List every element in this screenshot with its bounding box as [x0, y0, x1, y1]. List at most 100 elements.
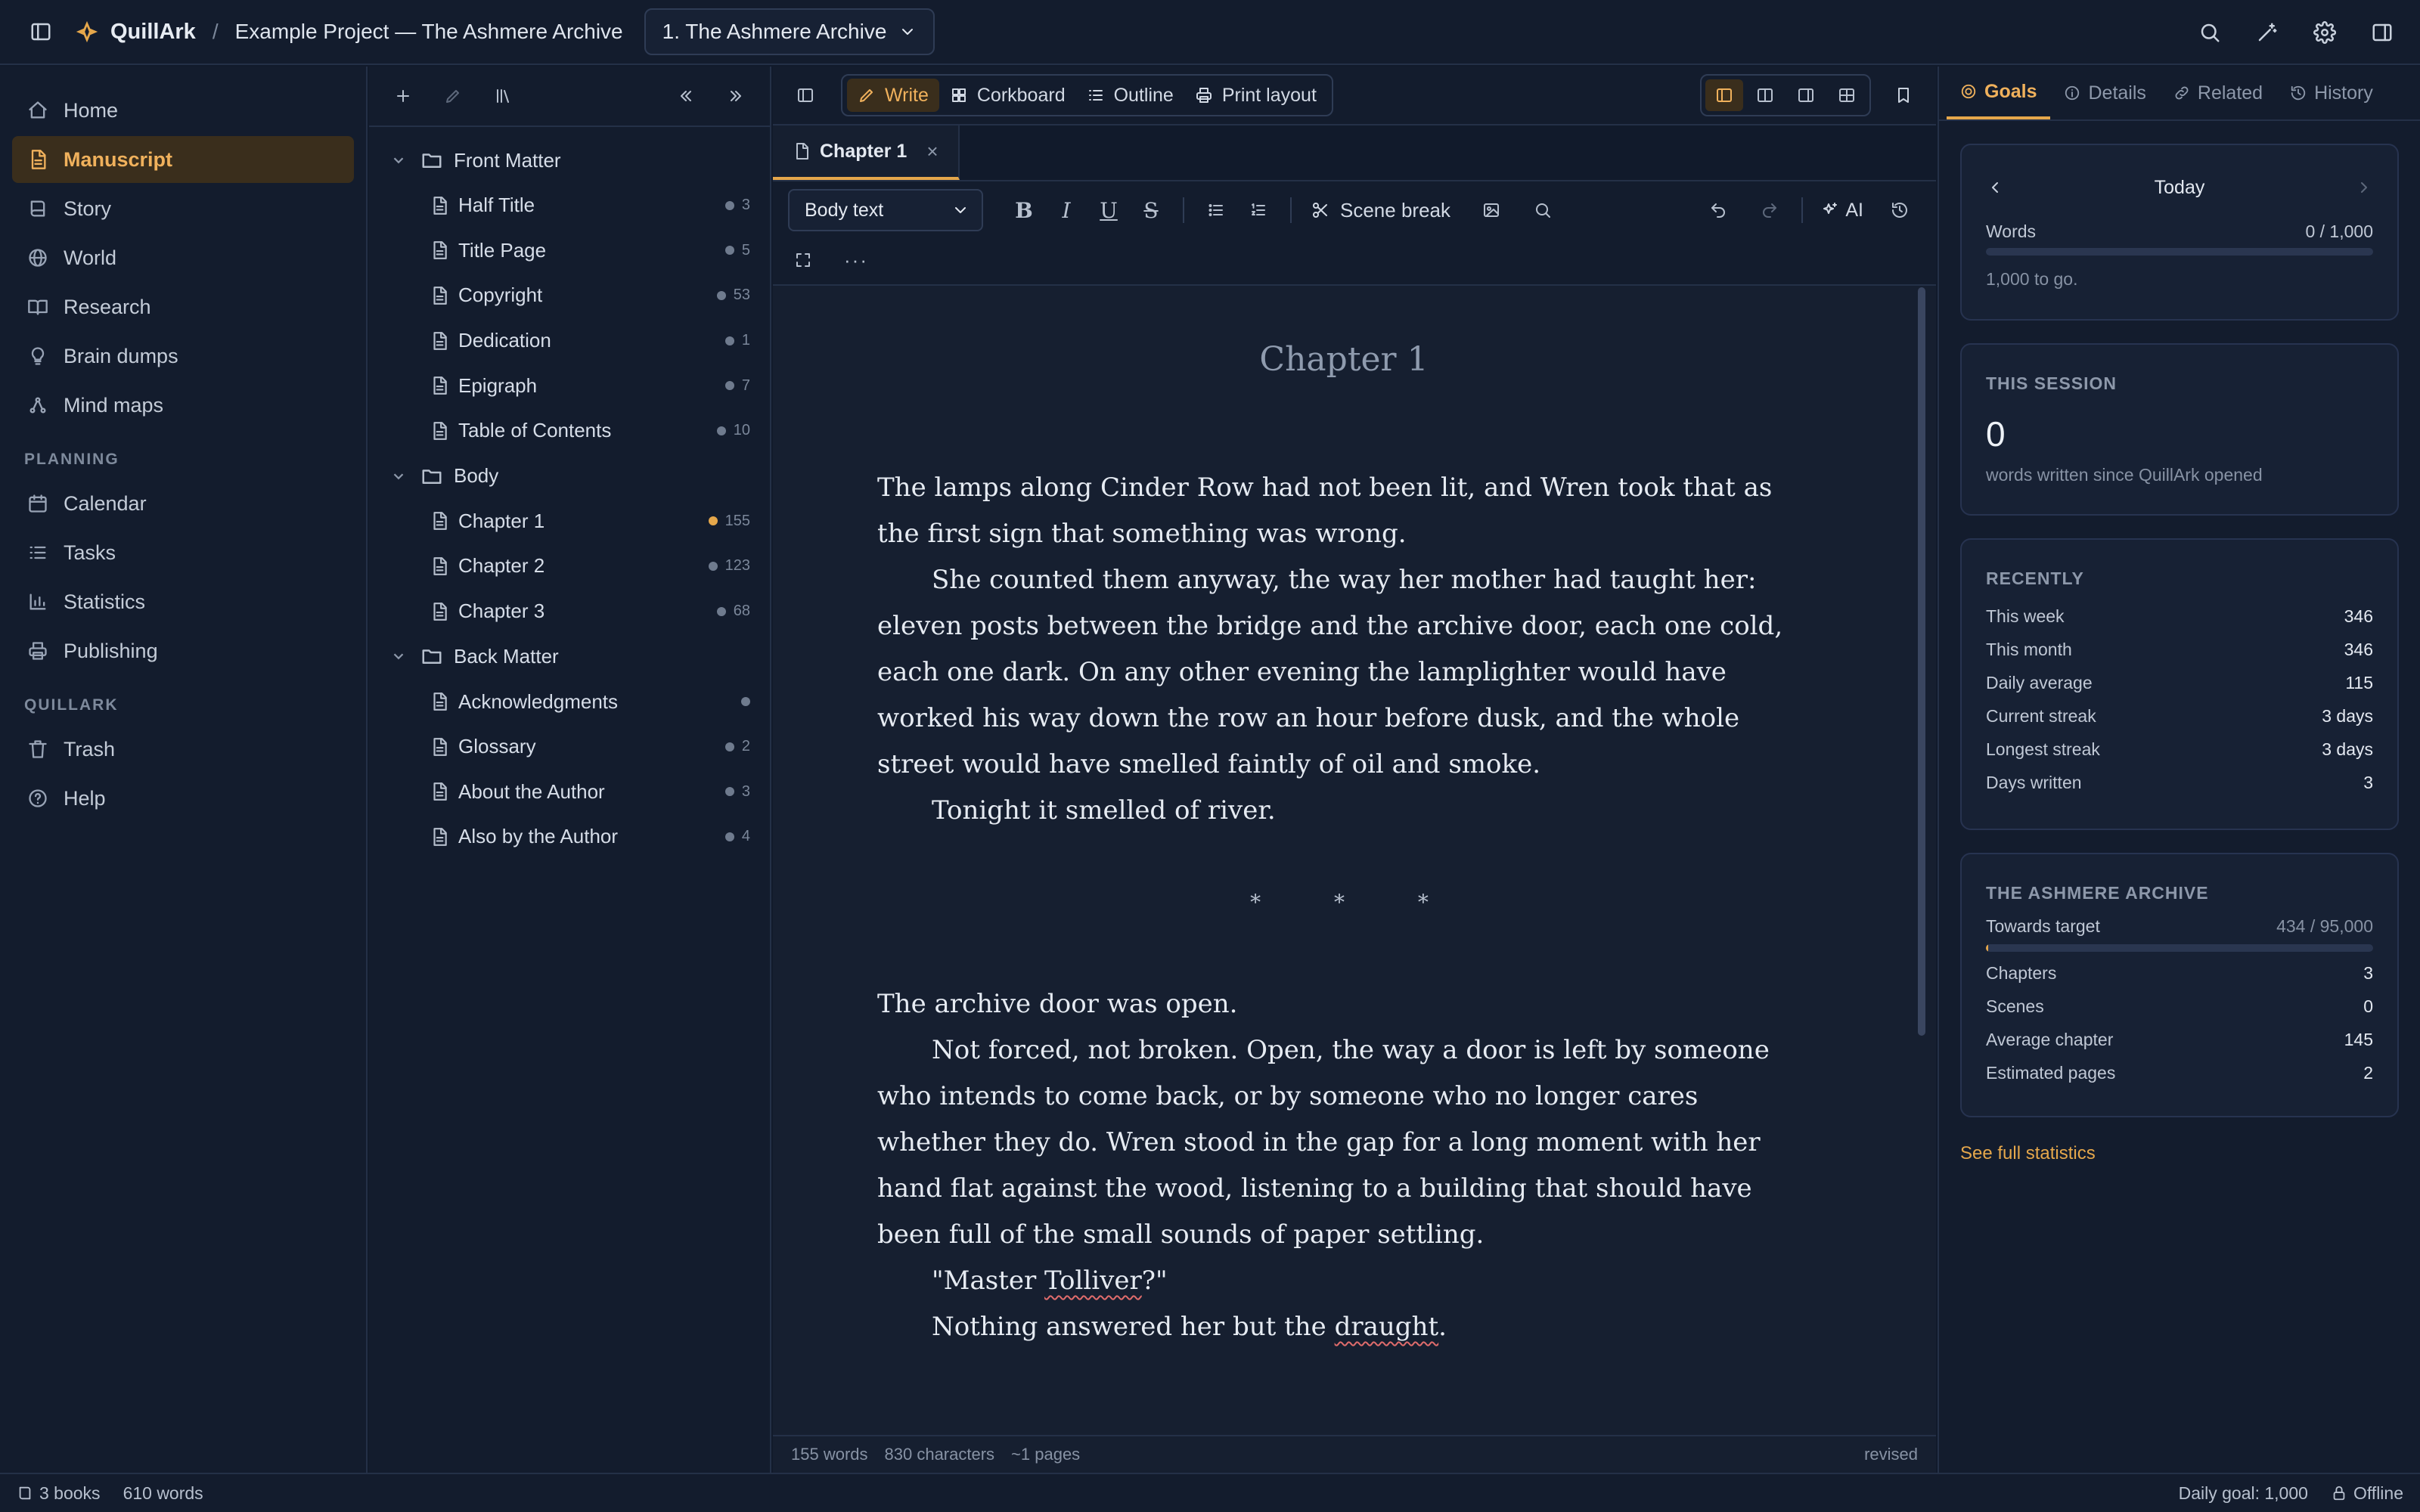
nav-item-calendar[interactable]: Calendar — [12, 480, 354, 527]
offline-status[interactable]: Offline — [2331, 1483, 2403, 1504]
chevron-right-icon[interactable] — [2355, 178, 2373, 197]
nav-item-label: Tasks — [64, 541, 116, 564]
nav-item-help[interactable]: Help — [12, 775, 354, 822]
mode-print-layout-button[interactable]: Print layout — [1184, 79, 1327, 112]
library-icon[interactable] — [484, 77, 522, 115]
toggle-tree-icon[interactable] — [786, 76, 824, 114]
ai-button[interactable]: AI — [1813, 189, 1871, 231]
manuscript-page[interactable]: Chapter 1 The lamps along Cinder Row had… — [773, 283, 1915, 1417]
book-stats-title: THE ASHMERE ARCHIVE — [1986, 883, 2209, 903]
layout-split-icon[interactable] — [1746, 79, 1784, 111]
right-panel-toggle-icon[interactable] — [2360, 10, 2405, 55]
text-run: . — [1438, 1312, 1447, 1342]
stat-row: This month 346 — [1986, 633, 2373, 666]
folder-back-matter[interactable]: Back Matter — [369, 634, 770, 679]
expand-all-icon[interactable] — [717, 77, 755, 115]
tab-related[interactable]: Related — [2160, 67, 2276, 119]
nav-item-trash[interactable]: Trash — [12, 726, 354, 773]
bookmark-icon[interactable] — [1885, 76, 1922, 114]
nav-item-tasks[interactable]: Tasks — [12, 529, 354, 576]
tree-item-chapter-2[interactable]: Chapter 2 123 — [369, 544, 770, 589]
document-icon — [433, 376, 447, 395]
mode-write-button[interactable]: Write — [847, 79, 939, 112]
app-brand[interactable]: QuillArk — [74, 19, 196, 45]
bold-button[interactable]: B — [1003, 189, 1045, 231]
tree-toolbar — [369, 67, 770, 127]
nav-item-brain-dumps[interactable]: Brain dumps — [12, 333, 354, 380]
nav-item-research[interactable]: Research — [12, 284, 354, 330]
tree-item-copyright[interactable]: Copyright 53 — [369, 273, 770, 318]
nav-item-statistics[interactable]: Statistics — [12, 578, 354, 625]
tab-history[interactable]: History — [2276, 67, 2387, 119]
tree-item-chapter-3[interactable]: Chapter 3 68 — [369, 589, 770, 634]
status-dot — [724, 381, 734, 391]
layout-right-panel-icon[interactable] — [1787, 79, 1825, 111]
folder-label: Back Matter — [454, 644, 559, 668]
spellcheck-flagged-word[interactable]: draught — [1335, 1312, 1439, 1342]
word-count: 1 — [741, 332, 750, 349]
spellcheck-flagged-word[interactable]: Tolliver — [1044, 1266, 1142, 1296]
close-icon[interactable]: × — [926, 140, 938, 163]
add-icon[interactable] — [384, 77, 422, 115]
nav-item-home[interactable]: Home — [12, 87, 354, 134]
text-run: ?" — [1141, 1266, 1168, 1296]
book-select[interactable]: 1. The Ashmere Archive — [644, 8, 935, 55]
mode-outline-button[interactable]: Outline — [1076, 79, 1184, 112]
fullscreen-icon[interactable] — [794, 251, 812, 269]
rename-pencil-icon[interactable] — [434, 77, 472, 115]
search-icon[interactable] — [2187, 10, 2232, 55]
find-icon[interactable] — [1522, 189, 1564, 231]
folder-body[interactable]: Body — [369, 454, 770, 499]
bullet-list-icon[interactable] — [1195, 189, 1237, 231]
tree-item-dedication[interactable]: Dedication 1 — [369, 318, 770, 364]
underline-button[interactable]: U — [1087, 189, 1130, 231]
recently-title: RECENTLY — [1986, 569, 2084, 588]
document-icon — [433, 782, 447, 801]
undo-icon[interactable] — [1697, 189, 1739, 231]
gear-icon[interactable] — [2302, 10, 2347, 55]
tree-item-also-by-the-author[interactable]: Also by the Author 4 — [369, 814, 770, 860]
numbered-list-icon[interactable] — [1237, 189, 1280, 231]
collapse-all-icon[interactable] — [667, 77, 705, 115]
scene-break-button[interactable]: Scene break — [1302, 189, 1460, 231]
layout-left-panel-icon[interactable] — [1705, 79, 1743, 111]
nav-item-manuscript[interactable]: Manuscript — [12, 136, 354, 183]
tab-chapter-1[interactable]: Chapter 1 × — [773, 125, 960, 180]
tab-goals[interactable]: Goals — [1947, 67, 2051, 119]
italic-button[interactable]: I — [1045, 189, 1087, 231]
tree-item-acknowledgments[interactable]: Acknowledgments — [369, 679, 770, 724]
stat-row: Average chapter 145 — [1986, 1023, 2373, 1056]
redo-icon[interactable] — [1748, 189, 1791, 231]
image-icon[interactable] — [1470, 189, 1512, 231]
tree-item-chapter-1[interactable]: Chapter 1 155 — [369, 499, 770, 544]
paragraph-style-select[interactable]: Body text — [788, 189, 983, 231]
tree-item-half-title[interactable]: Half Title 3 — [369, 183, 770, 228]
nav-item-story[interactable]: Story — [12, 185, 354, 232]
tree-item-title-page[interactable]: Title Page 5 — [369, 228, 770, 274]
stat-row: Scenes 0 — [1986, 990, 2373, 1023]
sidebar-toggle-icon[interactable] — [18, 9, 64, 54]
prose-body[interactable]: The lamps along Cinder Row had not been … — [773, 465, 1915, 1350]
chevron-down-icon — [393, 653, 404, 660]
nav-item-publishing[interactable]: Publishing — [12, 627, 354, 674]
tree-item-epigraph[interactable]: Epigraph 7 — [369, 363, 770, 408]
chevron-left-icon[interactable] — [1986, 178, 2004, 197]
tree-item-table-of-contents[interactable]: Table of Contents 10 — [369, 408, 770, 454]
history-clock-icon[interactable] — [1879, 189, 1921, 231]
editor-scrollbar[interactable] — [1918, 287, 1925, 1036]
strikethrough-button[interactable]: S — [1130, 189, 1172, 231]
stat-row: Chapters 3 — [1986, 956, 2373, 990]
nav-item-world[interactable]: World — [12, 234, 354, 281]
tree-item-about-the-author[interactable]: About the Author 3 — [369, 770, 770, 815]
breadcrumb-project[interactable]: Example Project — The Ashmere Archive — [235, 20, 623, 44]
tree-item-label: Dedication — [458, 329, 551, 352]
folder-front-matter[interactable]: Front Matter — [369, 138, 770, 183]
nav-item-mind-maps[interactable]: Mind maps — [12, 382, 354, 429]
mode-corkboard-button[interactable]: Corkboard — [939, 79, 1076, 112]
tree-item-glossary[interactable]: Glossary 2 — [369, 724, 770, 770]
tab-details[interactable]: Details — [2050, 67, 2159, 119]
magic-wand-icon[interactable] — [2245, 10, 2290, 55]
see-full-statistics-link[interactable]: See full statistics — [1960, 1143, 2420, 1164]
more-options-button[interactable]: ··· — [844, 249, 868, 272]
layout-grid-icon[interactable] — [1828, 79, 1866, 111]
